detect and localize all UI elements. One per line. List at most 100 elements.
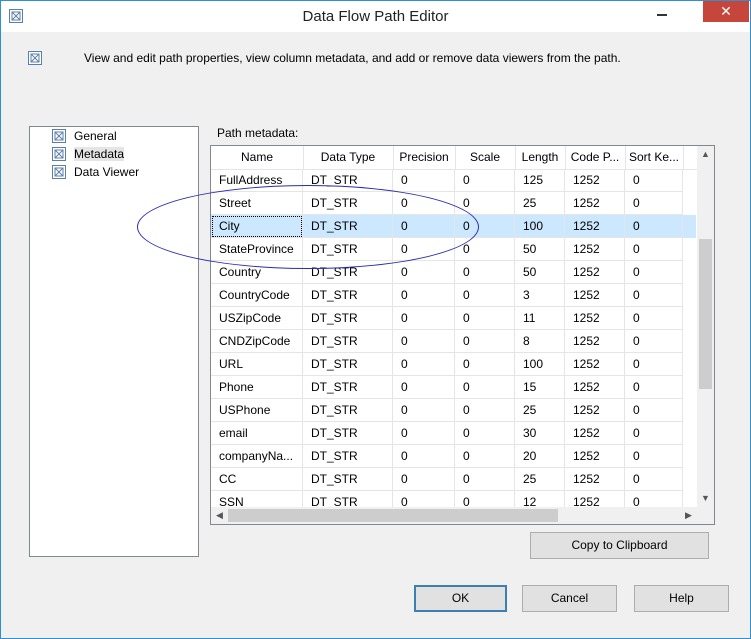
table-cell[interactable]: 1252 (565, 422, 625, 445)
table-cell[interactable]: 0 (455, 353, 515, 376)
scroll-up-icon[interactable]: ▲ (697, 146, 714, 163)
table-cell[interactable]: 25 (515, 192, 565, 215)
table-cell[interactable]: CountryCode (211, 284, 303, 307)
table-cell[interactable]: 0 (625, 376, 683, 399)
scroll-left-icon[interactable]: ◀ (211, 507, 228, 524)
table-cell[interactable]: 0 (625, 284, 683, 307)
table-cell[interactable]: 0 (393, 238, 455, 261)
table-cell[interactable]: 0 (455, 261, 515, 284)
table-cell[interactable]: USZipCode (211, 307, 303, 330)
vertical-scroll-thumb[interactable] (699, 239, 712, 389)
table-cell[interactable]: DT_STR (303, 353, 393, 376)
nav-item-general[interactable]: General (52, 127, 117, 145)
table-cell[interactable]: 20 (515, 445, 565, 468)
column-header[interactable]: Sort Ke... (625, 146, 684, 169)
table-cell[interactable]: 0 (625, 422, 683, 445)
table-cell[interactable]: 0 (393, 307, 455, 330)
table-cell[interactable]: DT_STR (303, 192, 393, 215)
table-cell[interactable]: 0 (625, 192, 683, 215)
table-row[interactable]: USZipCode DT_STR 0 0 11 1252 0 (211, 307, 696, 330)
table-cell[interactable]: DT_STR (303, 261, 393, 284)
column-header[interactable]: Name (211, 146, 304, 169)
table-cell[interactable]: DT_STR (303, 238, 393, 261)
table-row[interactable]: CountryCode DT_STR 0 0 3 1252 0 (211, 284, 696, 307)
table-cell[interactable]: DT_STR (303, 169, 393, 192)
table-cell[interactable]: 1252 (565, 353, 625, 376)
table-cell[interactable]: 1252 (565, 307, 625, 330)
table-cell[interactable]: 0 (455, 376, 515, 399)
table-row[interactable]: FullAddress DT_STR 0 0 125 1252 0 (211, 169, 696, 192)
table-cell[interactable]: 0 (625, 238, 683, 261)
table-cell[interactable]: 0 (455, 238, 515, 261)
table-cell[interactable]: 1252 (565, 284, 625, 307)
table-cell[interactable]: 0 (625, 353, 683, 376)
table-row[interactable]: Phone DT_STR 0 0 15 1252 0 (211, 376, 696, 399)
table-cell[interactable]: 125 (515, 169, 565, 192)
table-cell[interactable]: 30 (515, 422, 565, 445)
table-cell[interactable]: 0 (393, 376, 455, 399)
column-header[interactable]: Precision (393, 146, 456, 169)
table-cell[interactable]: 0 (393, 215, 455, 238)
column-header[interactable]: Scale (455, 146, 516, 169)
table-cell[interactable]: 8 (515, 330, 565, 353)
table-cell[interactable]: 25 (515, 468, 565, 491)
table-cell[interactable]: 0 (625, 445, 683, 468)
table-cell[interactable]: 0 (393, 192, 455, 215)
table-cell[interactable]: USPhone (211, 399, 303, 422)
table-cell[interactable]: Street (211, 192, 303, 215)
table-cell[interactable]: 100 (515, 215, 565, 238)
table-cell[interactable]: 0 (455, 307, 515, 330)
table-cell[interactable]: 1252 (565, 468, 625, 491)
table-cell[interactable]: 0 (393, 284, 455, 307)
table-cell[interactable]: 0 (393, 261, 455, 284)
column-header[interactable]: Data Type (303, 146, 394, 169)
table-row[interactable]: companyNa... DT_STR 0 0 20 1252 0 (211, 445, 696, 468)
table-cell[interactable]: 1252 (565, 261, 625, 284)
table-cell[interactable]: StateProvince (211, 238, 303, 261)
table-cell[interactable]: 0 (625, 307, 683, 330)
table-cell[interactable]: 1252 (565, 192, 625, 215)
table-cell[interactable]: 1252 (565, 169, 625, 192)
table-cell[interactable]: 0 (455, 330, 515, 353)
table-cell[interactable]: 0 (393, 468, 455, 491)
table-cell[interactable]: 1252 (565, 215, 625, 238)
table-cell[interactable]: 0 (625, 261, 683, 284)
table-cell[interactable]: 0 (625, 330, 683, 353)
table-cell[interactable]: DT_STR (303, 215, 393, 238)
table-row[interactable]: CC DT_STR 0 0 25 1252 0 (211, 468, 696, 491)
table-cell[interactable]: DT_STR (303, 376, 393, 399)
horizontal-scroll-thumb[interactable] (228, 509, 558, 522)
table-row[interactable]: Country DT_STR 0 0 50 1252 0 (211, 261, 696, 284)
table-cell[interactable]: 100 (515, 353, 565, 376)
table-cell[interactable]: DT_STR (303, 284, 393, 307)
table-cell[interactable]: 0 (393, 422, 455, 445)
table-row[interactable]: CNDZipCode DT_STR 0 0 8 1252 0 (211, 330, 696, 353)
nav-item-metadata[interactable]: Metadata (52, 145, 125, 163)
table-cell[interactable]: 0 (455, 192, 515, 215)
table-cell[interactable]: 0 (625, 399, 683, 422)
table-cell[interactable]: 0 (625, 169, 683, 192)
table-cell[interactable]: DT_STR (303, 399, 393, 422)
table-cell[interactable]: 15 (515, 376, 565, 399)
metadata-grid[interactable]: Name Data Type Precision Scale Length Code P.… (210, 145, 715, 525)
table-cell[interactable]: Phone (211, 376, 303, 399)
table-cell[interactable]: 50 (515, 238, 565, 261)
copy-to-clipboard-button[interactable]: Copy to Clipboard (530, 532, 709, 559)
table-cell[interactable]: 1252 (565, 445, 625, 468)
table-cell[interactable]: 1252 (565, 376, 625, 399)
column-header[interactable]: Code P... (565, 146, 626, 169)
table-cell[interactable]: 0 (455, 468, 515, 491)
table-cell[interactable]: 0 (393, 445, 455, 468)
table-row[interactable]: StateProvince DT_STR 0 0 50 1252 0 (211, 238, 696, 261)
vertical-scrollbar[interactable]: ▲ ▼ (697, 146, 714, 507)
table-cell[interactable]: City (211, 215, 303, 238)
table-cell[interactable]: 50 (515, 261, 565, 284)
table-cell[interactable]: companyNa... (211, 445, 303, 468)
scroll-right-icon[interactable]: ▶ (680, 507, 697, 524)
table-cell[interactable]: 0 (455, 284, 515, 307)
horizontal-scrollbar[interactable]: ◀ ▶ (211, 507, 697, 524)
table-cell[interactable]: 0 (393, 169, 455, 192)
table-row[interactable]: Street DT_STR 0 0 25 1252 0 (211, 192, 696, 215)
table-cell[interactable]: FullAddress (211, 169, 303, 192)
close-button[interactable]: ✕ (703, 1, 749, 22)
